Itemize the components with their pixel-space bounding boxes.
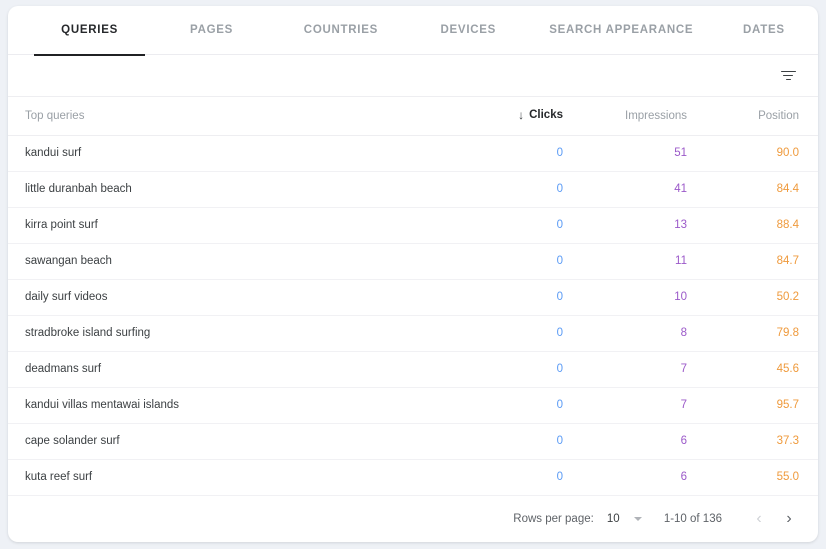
table-cell-query: little duranbah beach [8,171,448,208]
table-header-row: Top queries ↓ Clicks Impressions Positio… [8,97,818,136]
table-row[interactable]: stradbroke island surfing 0 8 79.8 [8,315,818,352]
top-queries-table: Top queries ↓ Clicks Impressions Positio… [8,97,818,496]
tab-countries-label: COUNTRIES [303,24,379,36]
column-header-query[interactable]: Top queries [8,97,448,136]
column-header-position-label: Position [758,109,799,122]
table-cell-clicks: 0 [448,459,580,496]
table-row[interactable]: cape solander surf 0 6 37.3 [8,423,818,460]
filter-line-1 [780,70,796,73]
table-cell-position: 95.7 [704,387,818,424]
table-cell-query: cape solander surf [8,423,448,460]
table-toolbar [8,55,818,97]
rows-per-page-select[interactable]: 10 [607,513,642,525]
table-cell-query: sawangan beach [8,243,448,280]
table-row[interactable]: little duranbah beach 0 41 84.4 [8,171,818,208]
table-cell-impressions: 10 [580,279,704,316]
table-cell-clicks: 0 [448,279,580,316]
tab-pages[interactable]: PAGES [145,6,278,55]
column-header-query-label: Top queries [25,109,85,122]
tab-devices[interactable]: DEVICES [404,6,533,55]
filter-line-2 [783,74,793,77]
tab-countries[interactable]: COUNTRIES [278,6,404,55]
tab-dates[interactable]: DATES [710,6,818,55]
next-page-button[interactable]: › [774,504,804,534]
column-header-clicks-label: Clicks [529,109,563,122]
table-cell-position: 88.4 [704,207,818,244]
table-cell-query: kirra point surf [8,207,448,244]
table-cell-clicks: 0 [448,315,580,352]
table-cell-position: 79.8 [704,315,818,352]
search-analytics-card: QUERIES PAGES COUNTRIES DEVICES SEARCH A… [8,6,818,542]
table-cell-query: kandui surf [8,135,448,172]
column-header-impressions-label: Impressions [625,109,687,122]
table-cell-impressions: 6 [580,459,704,496]
tab-pages-label: PAGES [190,24,234,36]
table-cell-query: deadmans surf [8,351,448,388]
table-cell-clicks: 0 [448,387,580,424]
table-cell-impressions: 13 [580,207,704,244]
table-cell-position: 50.2 [704,279,818,316]
filter-line-3 [785,78,791,81]
tab-search-appearance-label: SEARCH APPEARANCE [549,24,694,36]
table-row[interactable]: kandui surf 0 51 90.0 [8,135,818,172]
table-cell-query: kuta reef surf [8,459,448,496]
table-cell-query: daily surf videos [8,279,448,316]
table-cell-position: 37.3 [704,423,818,460]
table-cell-impressions: 7 [580,387,704,424]
table-cell-clicks: 0 [448,207,580,244]
table-cell-position: 84.4 [704,171,818,208]
table-cell-position: 84.7 [704,243,818,280]
table-cell-position: 45.6 [704,351,818,388]
table-cell-clicks: 0 [448,135,580,172]
table-row[interactable]: deadmans surf 0 7 45.6 [8,351,818,388]
column-header-position[interactable]: Position [704,97,818,136]
rows-per-page-label: Rows per page: [513,512,594,525]
table-cell-impressions: 8 [580,315,704,352]
table-cell-position: 90.0 [704,135,818,172]
table-row[interactable]: kuta reef surf 0 6 55.0 [8,459,818,496]
previous-page-button[interactable]: ‹ [744,504,774,534]
dimension-tabbar: QUERIES PAGES COUNTRIES DEVICES SEARCH A… [8,6,818,56]
table-cell-clicks: 0 [448,243,580,280]
table-cell-impressions: 6 [580,423,704,460]
column-header-clicks[interactable]: ↓ Clicks [448,97,580,136]
table-row[interactable]: kandui villas mentawai islands 0 7 95.7 [8,387,818,424]
chevron-down-icon [633,516,642,521]
pagination: Rows per page: 10 1-10 of 136 ‹ › [513,504,804,534]
table-cell-clicks: 0 [448,171,580,208]
table-cell-impressions: 51 [580,135,704,172]
app-root: QUERIES PAGES COUNTRIES DEVICES SEARCH A… [0,0,826,549]
sort-descending-arrow-icon: ↓ [518,108,525,123]
table-footer: Rows per page: 10 1-10 of 136 ‹ › [8,496,818,543]
tab-search-appearance[interactable]: SEARCH APPEARANCE [533,6,710,55]
table-cell-position: 55.0 [704,459,818,496]
pagination-range-label: 1-10 of 136 [663,512,722,525]
table-body: kandui surf 0 51 90.0 little duranbah beach 0… [8,135,818,496]
table-row[interactable]: daily surf videos 0 10 50.2 [8,279,818,316]
table-row[interactable]: kirra point surf 0 13 88.4 [8,207,818,244]
table-head: Top queries ↓ Clicks Impressions Positio… [8,97,818,136]
tab-queries[interactable]: QUERIES [34,6,146,56]
rows-per-page-value: 10 [606,512,620,525]
filter-list-icon[interactable] [775,63,801,89]
table-cell-query: stradbroke island surfing [8,315,448,352]
table-row[interactable]: sawangan beach 0 11 84.7 [8,243,818,280]
table-cell-clicks: 0 [448,423,580,460]
column-header-impressions[interactable]: Impressions [580,97,704,136]
tab-devices-label: DEVICES [440,24,497,36]
table-cell-impressions: 11 [580,243,704,280]
table-cell-query: kandui villas mentawai islands [8,387,448,424]
table-cell-impressions: 41 [580,171,704,208]
table-cell-clicks: 0 [448,351,580,388]
tab-dates-label: DATES [743,24,785,36]
tab-queries-label: QUERIES [61,24,118,36]
table-cell-impressions: 7 [580,351,704,388]
